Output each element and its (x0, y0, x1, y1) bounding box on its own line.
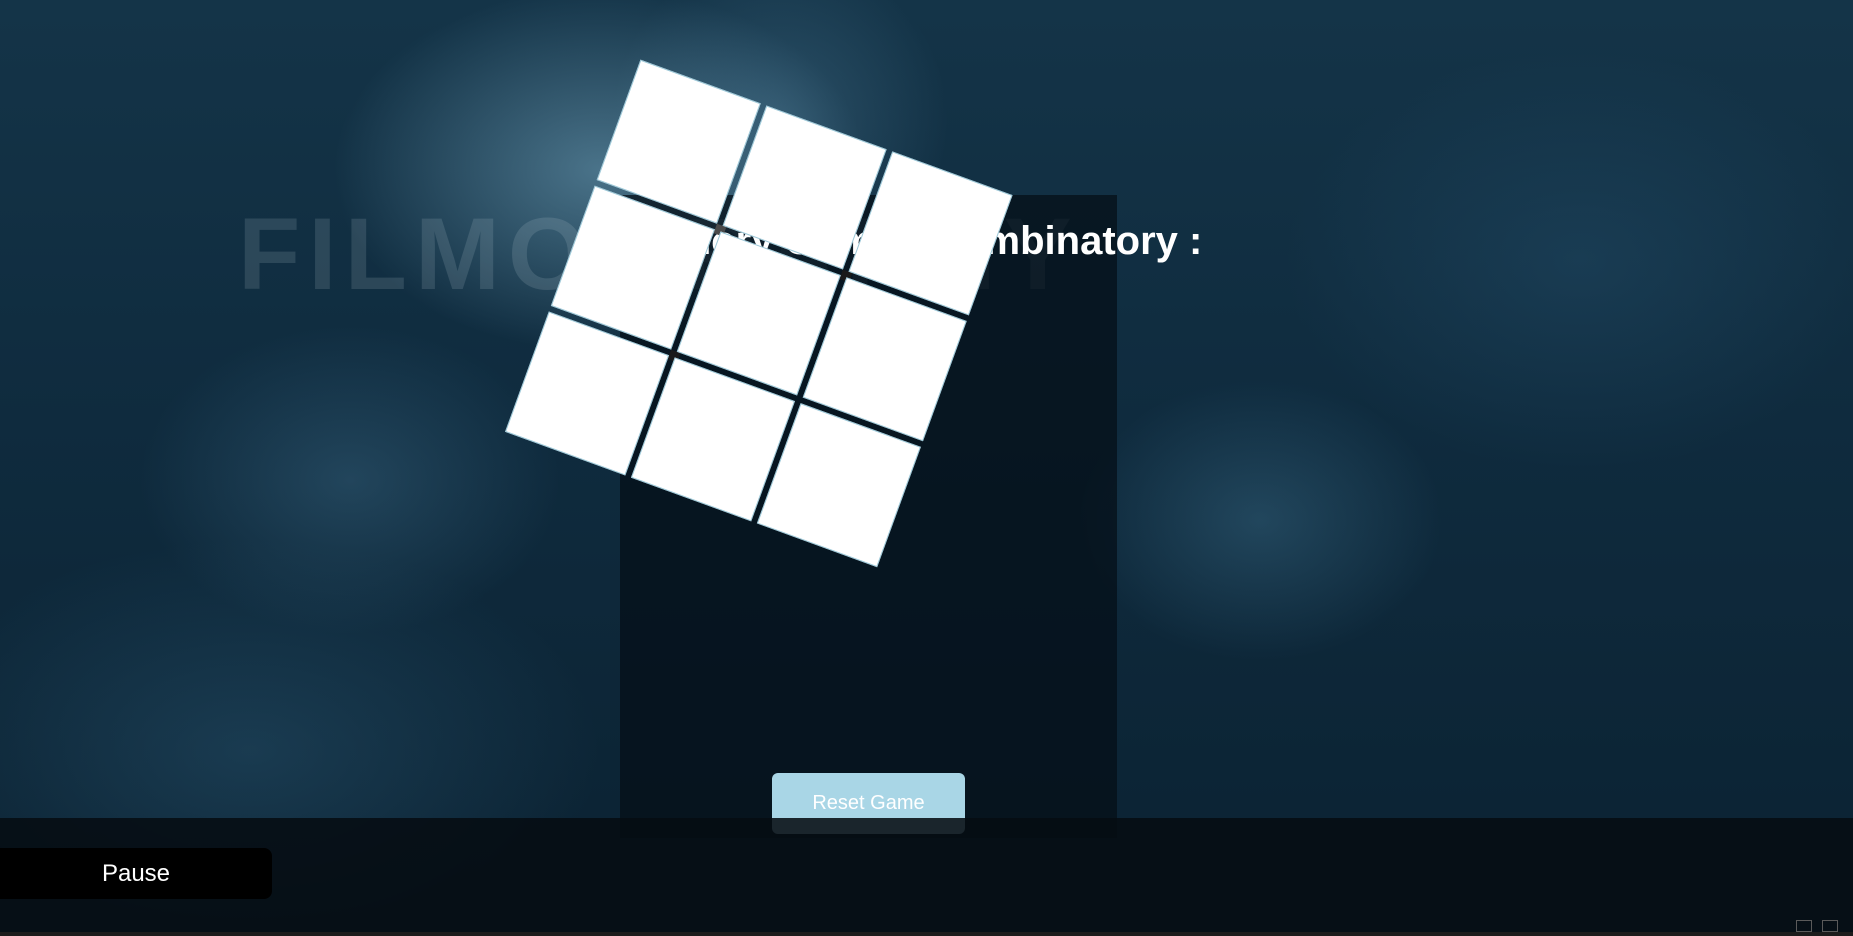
bottom-bar (0, 818, 1853, 932)
pause-button[interactable]: Pause (0, 848, 272, 899)
window-restore-icon[interactable] (1796, 920, 1812, 932)
window-maximize-icon[interactable] (1822, 920, 1838, 932)
status-strip (0, 932, 1853, 936)
